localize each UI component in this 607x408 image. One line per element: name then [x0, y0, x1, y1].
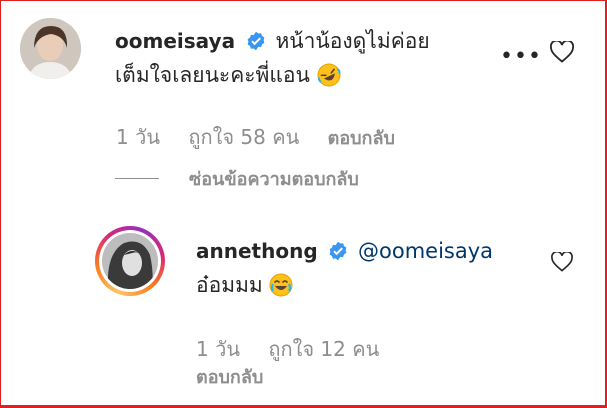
- screenshot-frame: [0, 0, 607, 408]
